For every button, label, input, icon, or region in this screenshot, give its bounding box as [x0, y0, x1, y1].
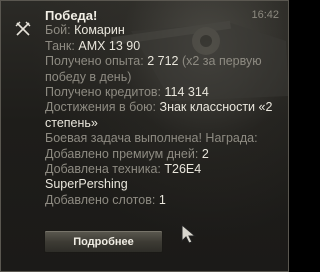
notification-body: Победа! Бой: Комарин Танк: AMX 13 90 Пол… [45, 8, 281, 208]
tank-row: Танк: AMX 13 90 [45, 39, 281, 54]
battle-result-notification: 16:42 Победа! Бой: Комарин Танк: AMX 13 … [0, 0, 289, 272]
vehicle-value-2: SuperPershing [45, 177, 128, 192]
credits-row: Получено кредитов: 114 314 [45, 85, 281, 100]
achievements-label: Достижения в бою: [45, 100, 157, 115]
notification-title: Победа! [45, 8, 98, 23]
xp-row: Получено опыта: 2 712 (x2 за первую побе… [45, 54, 281, 85]
task-completed-line: Боевая задача выполнена! Награда: [45, 131, 258, 146]
battle-value: Комарин [74, 23, 125, 38]
xp-label: Получено опыта: [45, 54, 144, 69]
credits-value: 114 314 [164, 85, 209, 100]
premium-label: Добавлено премиум дней: [45, 146, 199, 161]
premium-row: Добавлено премиум дней: 2 [45, 147, 281, 162]
crossed-swords-icon [15, 21, 31, 36]
tank-label: Танк: [45, 38, 75, 53]
mouse-pointer-icon [181, 223, 197, 244]
vehicle-row-continued: SuperPershing [45, 177, 281, 192]
slots-value: 1 [158, 192, 166, 207]
premium-value: 2 [201, 146, 209, 161]
details-button[interactable]: Подробнее [44, 230, 163, 253]
battle-row: Бой: Комарин [45, 23, 281, 38]
xp-value: 2 712 [147, 54, 179, 69]
slots-row: Добавлено слотов: 1 [45, 193, 281, 208]
credits-label: Получено кредитов: [45, 85, 162, 100]
achievements-row: Достижения в бою: Знак классности «2 сте… [45, 100, 281, 131]
vehicle-value-1: T26E4 [164, 162, 202, 177]
vehicle-row: Добавлена техника: T26E4 [45, 162, 281, 177]
vehicle-label: Добавлена техника: [45, 162, 161, 177]
tank-value: AMX 13 90 [78, 38, 141, 53]
slots-label: Добавлено слотов: [45, 192, 156, 207]
battle-label: Бой: [45, 23, 71, 38]
